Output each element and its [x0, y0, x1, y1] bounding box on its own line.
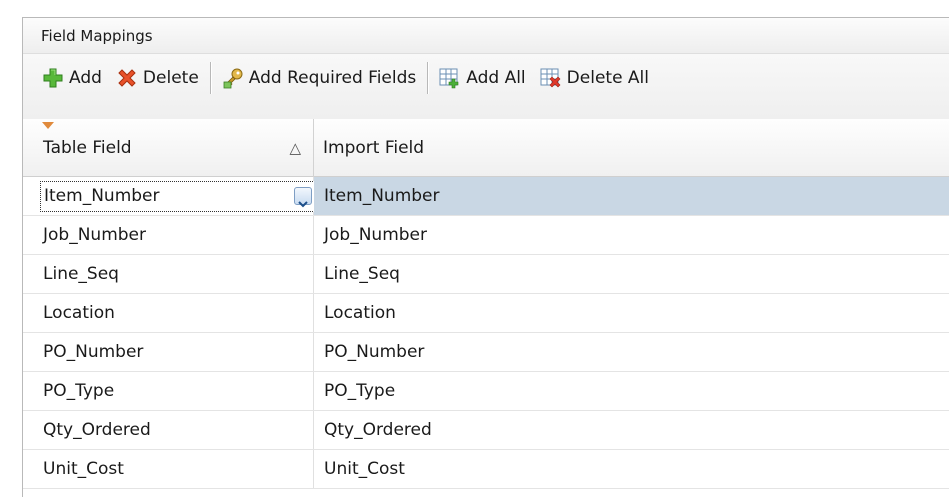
- sort-ascending-icon: △: [289, 139, 301, 157]
- toolbar-separator: [427, 62, 429, 94]
- key-icon: [222, 67, 244, 89]
- import-field-cell[interactable]: Unit_Cost: [314, 450, 949, 488]
- table-field-combo[interactable]: Item_Number: [40, 181, 315, 212]
- table-row[interactable]: PO_Number PO_Number: [23, 333, 949, 372]
- field-mappings-panel: Field Mappings Add Delete Add Required F…: [22, 17, 949, 497]
- table-row[interactable]: Qty_Ordered Qty_Ordered: [23, 411, 949, 450]
- table-field-cell[interactable]: PO_Type: [23, 372, 314, 410]
- table-row[interactable]: Unit_Cost Unit_Cost: [23, 450, 949, 489]
- delete-all-label: Delete All: [566, 68, 650, 88]
- panel-title: Field Mappings: [23, 18, 949, 54]
- table-field-cell[interactable]: Line_Seq: [23, 255, 314, 293]
- chevron-down-icon: [298, 201, 308, 208]
- column-label: Table Field: [43, 138, 132, 158]
- table-row[interactable]: Line_Seq Line_Seq: [23, 255, 949, 294]
- import-field-cell[interactable]: Location: [314, 294, 949, 332]
- import-field-cell[interactable]: Item_Number: [314, 177, 949, 215]
- table-add-icon: [439, 67, 461, 89]
- add-required-fields-label: Add Required Fields: [248, 68, 417, 88]
- column-header-import-field[interactable]: Import Field: [314, 119, 949, 177]
- table-row[interactable]: Item_Number Item_Number: [23, 177, 949, 216]
- filter-icon[interactable]: [42, 122, 54, 129]
- table-row[interactable]: Job_Number Job_Number: [23, 216, 949, 255]
- table-row[interactable]: PO_Type PO_Type: [23, 372, 949, 411]
- add-button[interactable]: Add: [39, 58, 105, 98]
- table-field-cell[interactable]: Qty_Ordered: [23, 411, 314, 449]
- table-field-cell[interactable]: PO_Number: [23, 333, 314, 371]
- toolbar-separator: [209, 62, 211, 94]
- grid-header: Table Field △ Import Field: [23, 119, 949, 177]
- add-label: Add: [69, 68, 102, 88]
- delete-all-button[interactable]: Delete All: [537, 58, 652, 98]
- table-field-cell[interactable]: Item_Number: [23, 177, 315, 215]
- add-all-label: Add All: [466, 68, 526, 88]
- x-icon: [116, 67, 138, 89]
- import-field-cell[interactable]: Job_Number: [314, 216, 949, 254]
- column-label: Import Field: [323, 138, 425, 158]
- delete-label: Delete: [142, 68, 199, 88]
- import-field-cell[interactable]: Line_Seq: [314, 255, 949, 293]
- table-field-cell[interactable]: Unit_Cost: [23, 450, 314, 488]
- import-field-cell[interactable]: PO_Number: [314, 333, 949, 371]
- combo-value: Item_Number: [44, 186, 160, 206]
- delete-button[interactable]: Delete: [113, 58, 202, 98]
- table-field-cell[interactable]: Location: [23, 294, 314, 332]
- import-field-cell[interactable]: PO_Type: [314, 372, 949, 410]
- combo-dropdown-button[interactable]: [294, 187, 312, 208]
- table-row[interactable]: Location Location: [23, 294, 949, 333]
- table-field-cell[interactable]: Job_Number: [23, 216, 314, 254]
- add-all-button[interactable]: Add All: [436, 58, 528, 98]
- plus-icon: [42, 67, 64, 89]
- mappings-grid: Table Field △ Import Field Item_Number I…: [23, 119, 949, 497]
- table-delete-icon: [540, 67, 562, 89]
- import-field-cell[interactable]: Qty_Ordered: [314, 411, 949, 449]
- column-header-table-field[interactable]: Table Field △: [23, 119, 314, 177]
- add-required-fields-button[interactable]: Add Required Fields: [219, 58, 419, 98]
